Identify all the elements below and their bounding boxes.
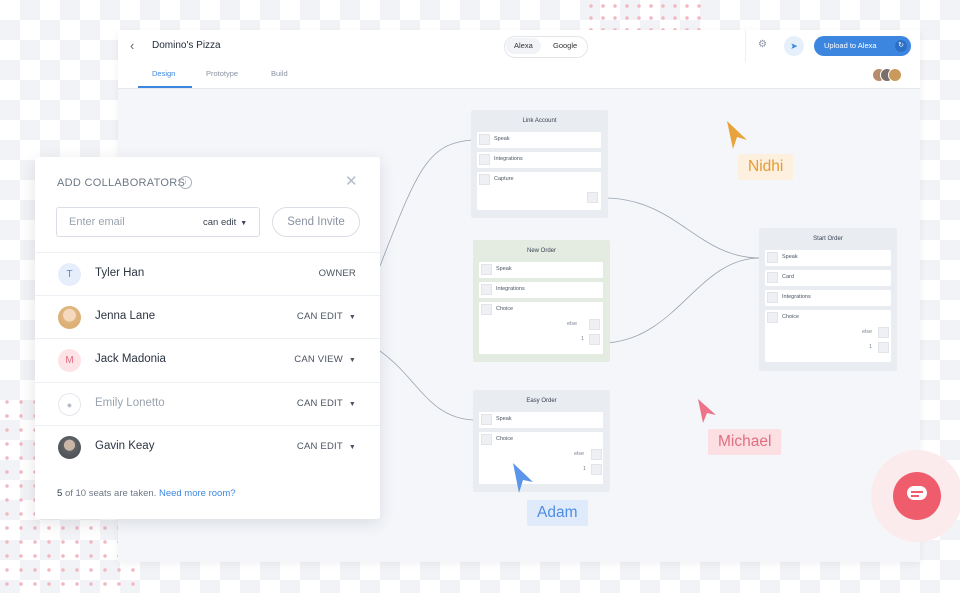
member-name: Jack Madonia [95, 353, 166, 365]
avatar: M [58, 349, 81, 372]
port-label: 1 [581, 336, 585, 342]
tab-prototype[interactable]: Prototype [206, 69, 238, 78]
add-collaborators-modal: ADD COLLABORATORS i ✕ can edit▼ Send Inv… [35, 157, 380, 519]
platform-alexa[interactable]: Alexa [506, 38, 541, 54]
caret-down-icon: ▼ [240, 220, 248, 227]
step-speak[interactable]: Speak [479, 262, 603, 278]
member-name: Emily Lonetto [95, 397, 165, 409]
modal-title: ADD COLLABORATORS [57, 177, 186, 189]
step-integrations[interactable]: Integrations [479, 282, 603, 298]
port[interactable] [878, 342, 889, 353]
share-button[interactable]: ➤ [780, 30, 814, 62]
port[interactable] [589, 334, 600, 345]
close-icon[interactable]: ✕ [345, 172, 358, 190]
email-field[interactable] [67, 215, 191, 229]
need-more-room-link[interactable]: Need more room? [159, 488, 236, 499]
step-capture[interactable]: Capture [477, 172, 601, 210]
port-label: else [862, 329, 873, 335]
sync-icon: ↻ [895, 40, 907, 52]
block-new-order[interactable]: New Order Speak Integrations Choice else… [473, 240, 610, 362]
block-title: Start Order [813, 236, 843, 242]
seats-info: 5 of 10 seats are taken. Need more room? [57, 488, 236, 499]
info-icon[interactable]: i [179, 176, 192, 189]
top-bar: ‹ Domino's Pizza Alexa Google ⚙ ➤ Upload… [118, 30, 920, 63]
role-dropdown[interactable]: CAN EDIT ▼ [297, 398, 356, 409]
decorative-dots [585, 0, 705, 30]
settings-button[interactable]: ⚙ [745, 30, 780, 62]
role-dropdown[interactable]: CAN EDIT ▼ [297, 441, 356, 452]
member-name: Tyler Han [95, 267, 145, 279]
upload-label: Upload to Alexa [824, 41, 877, 50]
step-speak[interactable]: Speak [477, 132, 601, 148]
block-start-order[interactable]: Start Order Speak Card Integrations Choi… [759, 228, 897, 371]
platform-google[interactable]: Google [545, 38, 585, 54]
step-choice[interactable]: Choice else 1 [765, 310, 891, 362]
cursor-pointer-icon [513, 463, 533, 493]
member-name: Gavin Keay [95, 440, 155, 452]
port[interactable] [591, 449, 602, 460]
chat-bubble-icon[interactable] [893, 472, 941, 520]
step-speak[interactable]: Speak [765, 250, 891, 266]
chevron-left-icon[interactable]: ‹ [130, 38, 134, 53]
caret-down-icon: ▼ [348, 314, 356, 321]
permission-dropdown[interactable]: can edit ▼ [203, 217, 247, 228]
caret-down-icon: ▼ [348, 357, 356, 364]
port-label: 1 [583, 466, 587, 472]
member-row: M Jack Madonia CAN VIEW ▼ [35, 338, 380, 382]
step-integrations[interactable]: Integrations [477, 152, 601, 168]
block-title: New Order [526, 248, 556, 254]
member-row: Gavin Keay CAN EDIT ▼ [35, 425, 380, 469]
caret-down-icon: ▼ [348, 401, 356, 408]
avatar: T [58, 263, 81, 286]
port[interactable] [587, 192, 598, 203]
port[interactable] [878, 327, 889, 338]
member-row: T Tyler Han OWNER [35, 252, 380, 296]
send-invite-button[interactable]: Send Invite [272, 207, 360, 237]
avatar [58, 436, 81, 459]
member-row: Jenna Lane CAN EDIT ▼ [35, 295, 380, 339]
project-title: Domino's Pizza [152, 40, 221, 51]
block-link-account[interactable]: Link Account Speak Integrations Capture [471, 110, 608, 218]
upload-button[interactable]: Upload to Alexa ↻ [814, 36, 911, 56]
member-row: ● Emily Lonetto CAN EDIT ▼ [35, 382, 380, 426]
platform-toggle: Alexa Google [504, 36, 588, 58]
step-integrations[interactable]: Integrations [765, 290, 891, 306]
port[interactable] [589, 319, 600, 330]
block-easy-order[interactable]: Easy Order Speak Choice else 1 [473, 390, 610, 492]
block-title: Easy Order [526, 398, 557, 404]
tab-build[interactable]: Build [271, 69, 288, 78]
avatar [58, 306, 81, 329]
cursor-pointer-icon [698, 399, 716, 423]
share-icon: ➤ [784, 36, 804, 56]
gear-icon: ⚙ [758, 39, 767, 50]
caret-down-icon: ▼ [348, 444, 356, 451]
tab-design[interactable]: Design [152, 69, 175, 78]
cursor-label-michael: Michael [708, 429, 782, 455]
role-dropdown[interactable]: CAN VIEW ▼ [294, 354, 356, 365]
member-role: OWNER [318, 268, 356, 279]
port-label: else [567, 321, 578, 327]
email-field-wrapper: can edit▼ [56, 207, 260, 237]
port-label: 1 [869, 344, 873, 350]
step-speak[interactable]: Speak [479, 412, 603, 428]
cursor-label-adam: Adam [527, 500, 588, 526]
tab-bar: Design Prototype Build [118, 62, 920, 89]
avatar [888, 68, 902, 82]
pending-icon: ● [58, 393, 81, 416]
step-card[interactable]: Card [765, 270, 891, 286]
cursor-pointer-icon [727, 121, 747, 149]
role-dropdown[interactable]: CAN EDIT ▼ [297, 311, 356, 322]
port-label: else [574, 451, 585, 457]
cursor-label-nidhi: Nidhi [738, 154, 794, 180]
block-title: Link Account [522, 118, 557, 124]
member-name: Jenna Lane [95, 310, 156, 322]
step-choice[interactable]: Choice else 1 [479, 302, 603, 354]
port[interactable] [591, 464, 602, 475]
step-choice[interactable]: Choice else 1 [479, 432, 603, 484]
